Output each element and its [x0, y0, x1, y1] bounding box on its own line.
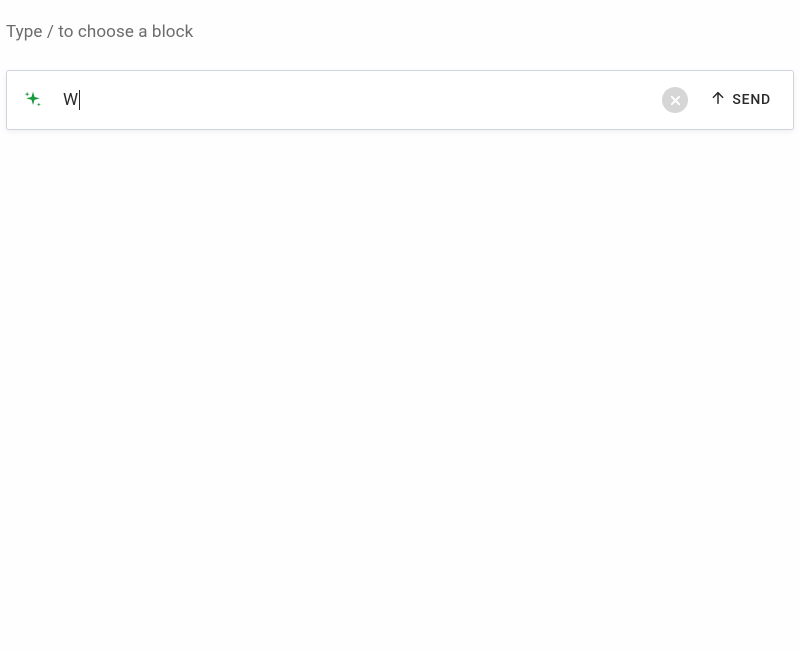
- input-value-text: W: [63, 90, 78, 110]
- prompt-input-container[interactable]: W SEND: [6, 70, 794, 130]
- clear-button[interactable]: [662, 87, 688, 113]
- close-icon: [670, 91, 681, 110]
- block-hint-text: Type / to choose a block: [6, 22, 794, 42]
- arrow-up-icon: [710, 90, 726, 110]
- prompt-input[interactable]: W: [59, 90, 662, 110]
- send-button[interactable]: SEND: [710, 90, 771, 110]
- send-label: SEND: [732, 92, 771, 108]
- text-cursor: [79, 90, 80, 110]
- sparkle-icon: [7, 90, 59, 110]
